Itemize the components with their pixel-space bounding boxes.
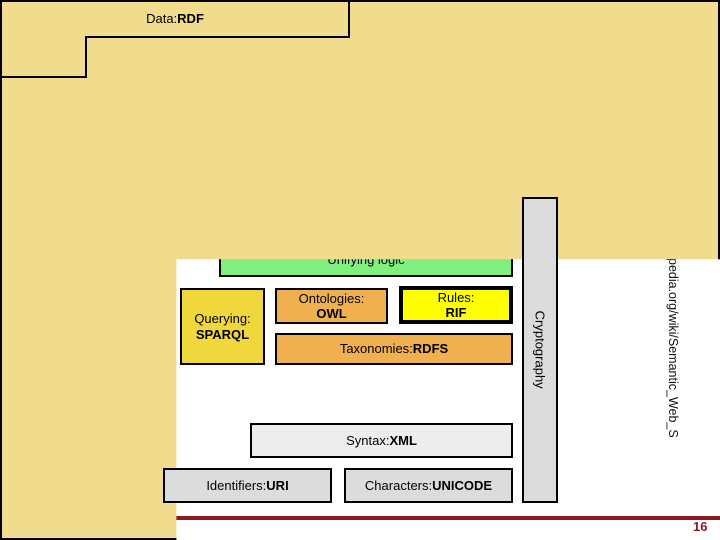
- data-layer-text: Data: RDF: [0, 0, 350, 36]
- stack-layer-label: Syntax:: [346, 432, 390, 448]
- stack-layer-rules: Rules: RIF: [399, 286, 513, 324]
- stack-layer-value: RDFS: [412, 341, 449, 357]
- stack-layer-label: Data:: [146, 10, 178, 26]
- stack-layer-label: Taxonomies:: [339, 341, 413, 357]
- stack-layer-value: RDF: [177, 10, 204, 26]
- stack-layer-value: OWL: [316, 306, 347, 321]
- stack-layer-querying: Querying: SPARQL: [180, 288, 265, 365]
- stack-layer-identifiers: Identifiers: URI: [163, 468, 332, 503]
- semantic-web-stack-diagram: User interface and applications Trust Pr…: [0, 0, 720, 540]
- stack-layer-characters: Characters: UNICODE: [344, 468, 513, 503]
- stack-layer-value: RIF: [445, 305, 467, 320]
- stack-layer-value: SPARQL: [195, 326, 250, 342]
- stack-layer-value: XML: [389, 432, 417, 448]
- stack-layer-syntax: Syntax: XML: [250, 423, 513, 458]
- stack-layer-label: Querying:: [194, 311, 251, 327]
- stack-layer-label: Cryptography: [532, 310, 548, 390]
- stack-layer-cryptography: Cryptography: [522, 197, 558, 503]
- stack-layer-label: Characters:: [364, 477, 433, 493]
- stack-layer-data: Data: RDF: [0, 0, 720, 540]
- stack-layer-value: UNICODE: [432, 477, 493, 493]
- stack-layer-label: Identifiers:: [206, 477, 267, 493]
- stack-layer-ontologies: Ontologies: OWL: [275, 288, 388, 324]
- stack-layer-value: URI: [266, 477, 289, 493]
- stack-layer-label: Ontologies:: [298, 290, 365, 306]
- stack-layer-taxonomies: Taxonomies: RDFS: [275, 333, 513, 365]
- stack-layer-label: Rules:: [437, 289, 475, 305]
